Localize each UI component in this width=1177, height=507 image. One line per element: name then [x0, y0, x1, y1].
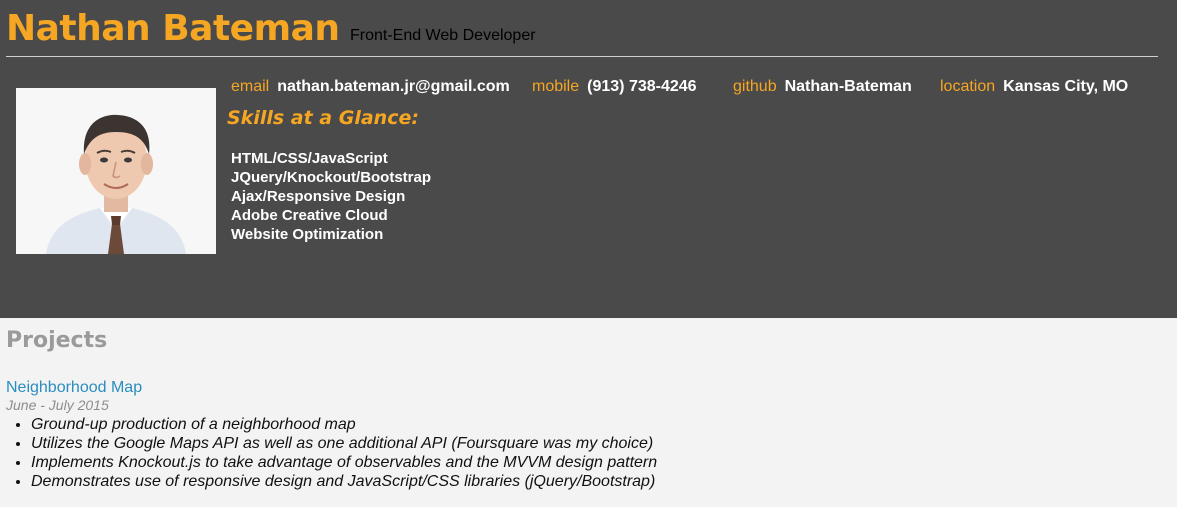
contact-email[interactable]: email nathan.bateman.jr@gmail.com	[231, 78, 510, 96]
role-subtitle: Front-End Web Developer	[349, 27, 536, 44]
projects-heading: Projects	[6, 328, 108, 353]
skills-list: HTML/CSS/JavaScript JQuery/Knockout/Boot…	[231, 149, 431, 244]
page-title: Nathan Bateman	[6, 8, 340, 49]
skill-item: Ajax/Responsive Design	[231, 188, 406, 205]
contact-mobile[interactable]: mobile (913) 738-4246	[532, 78, 697, 96]
header-divider	[6, 56, 1158, 57]
skill-item: Adobe Creative Cloud	[231, 207, 388, 224]
contact-github-label: github	[733, 78, 777, 95]
contact-location-label: location	[940, 78, 996, 95]
profile-photo-illustration	[16, 88, 216, 254]
contact-location: location Kansas City, MO	[940, 78, 1128, 96]
project-bullets: Ground-up production of a neighborhood m…	[6, 415, 1166, 491]
skill-item: Website Optimization	[231, 226, 384, 243]
project-item: Neighborhood Map June - July 2015 Ground…	[6, 353, 1166, 491]
projects-section: Projects Neighborhood Map June - July 20…	[6, 318, 1166, 491]
skill-item: HTML/CSS/JavaScript	[231, 150, 388, 167]
contact-mobile-label: mobile	[532, 78, 580, 95]
contact-location-value: Kansas City, MO	[1003, 78, 1129, 95]
project-title-link[interactable]: Neighborhood Map	[6, 379, 142, 397]
skills-heading: Skills at a Glance:	[227, 107, 419, 129]
project-bullet: Utilizes the Google Maps API as well as …	[31, 434, 1166, 453]
contact-mobile-value[interactable]: (913) 738-4246	[587, 78, 696, 95]
contact-email-label: email	[231, 78, 270, 95]
project-bullet: Implements Knockout.js to take advantage…	[31, 453, 1166, 472]
project-bullet: Ground-up production of a neighborhood m…	[31, 415, 1166, 434]
skill-item: JQuery/Knockout/Bootstrap	[231, 169, 432, 186]
name-row: Nathan Bateman Front-End Web Developer	[6, 8, 536, 49]
contact-email-value[interactable]: nathan.bateman.jr@gmail.com	[277, 78, 510, 95]
project-bullet: Demonstrates use of responsive design an…	[31, 472, 1166, 491]
profile-photo	[16, 88, 216, 254]
contact-github-value[interactable]: Nathan-Bateman	[785, 78, 912, 95]
contact-github[interactable]: github Nathan-Bateman	[733, 78, 912, 96]
project-dates: June - July 2015	[6, 397, 109, 413]
header: Nathan Bateman Front-End Web Developer e…	[0, 0, 1177, 318]
